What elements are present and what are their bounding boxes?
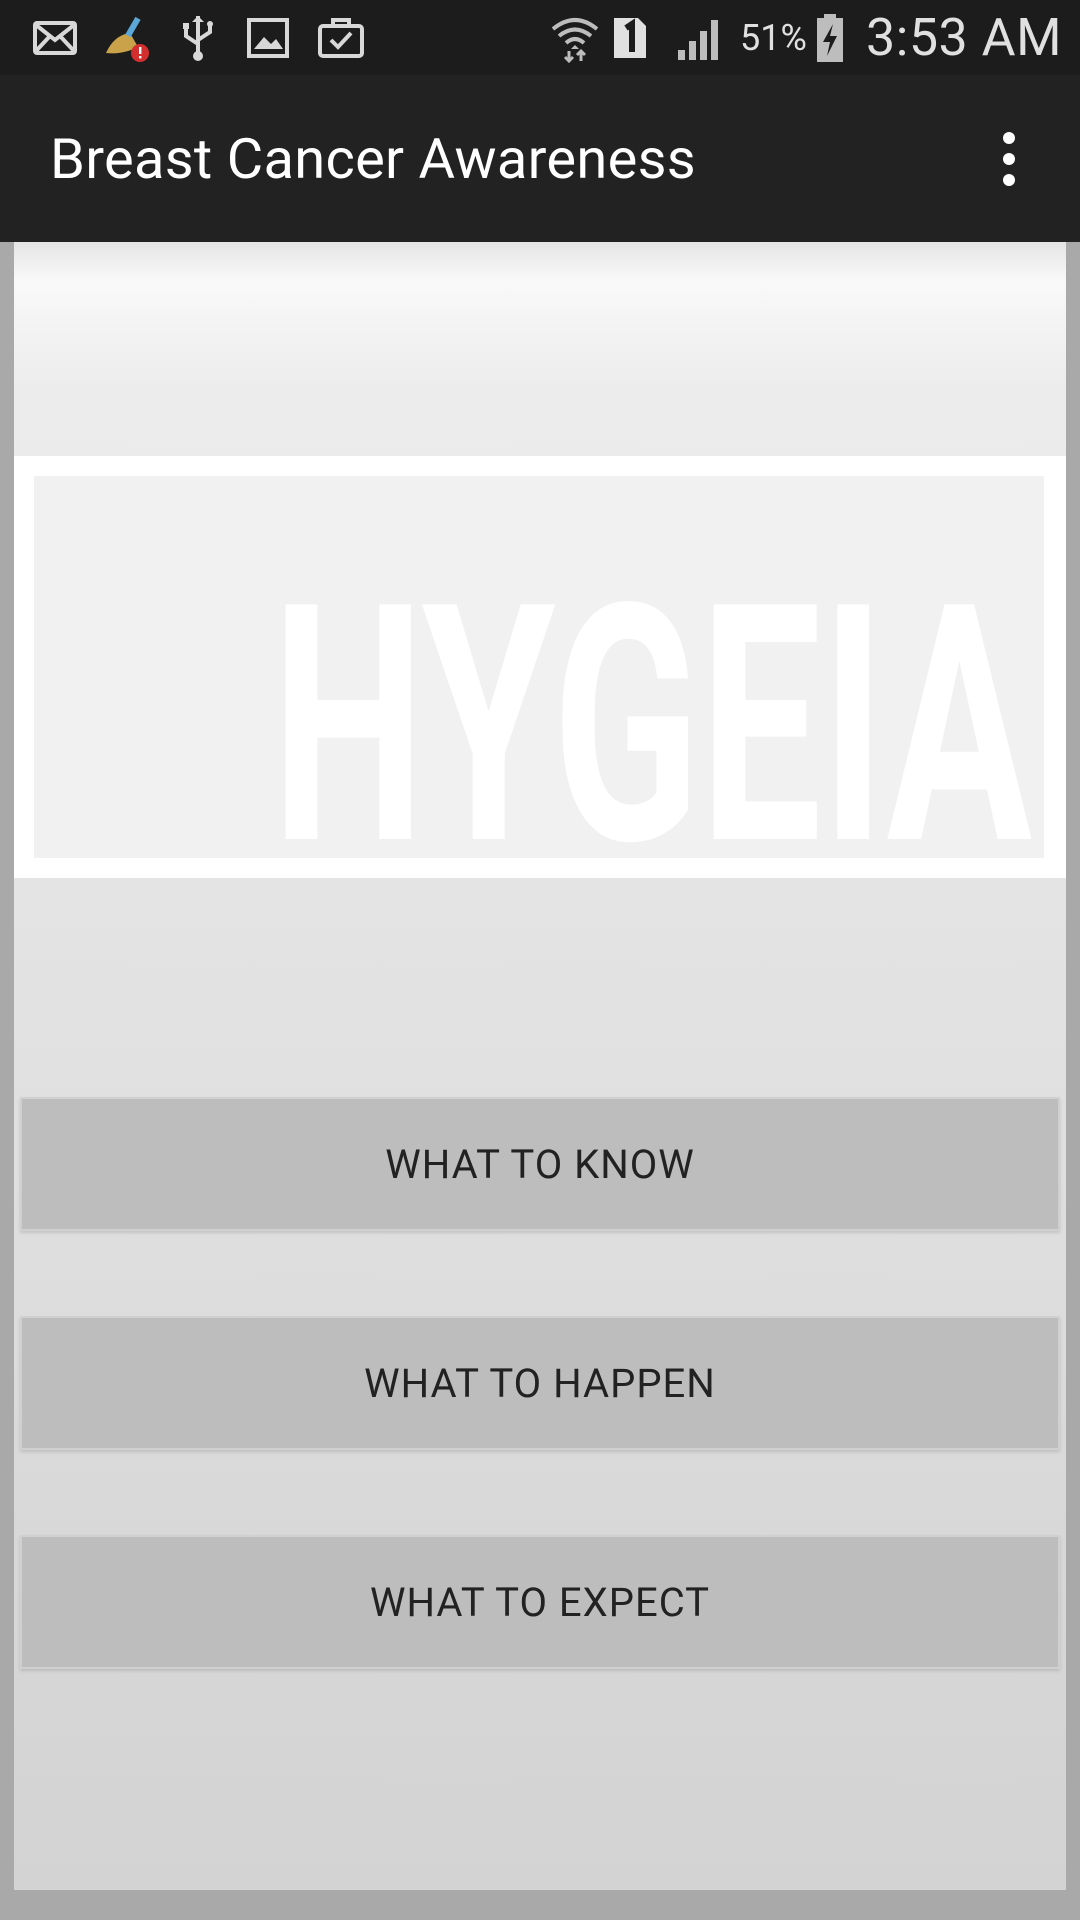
menu-dot	[1003, 153, 1015, 165]
signal-icon	[672, 14, 726, 62]
usb-icon	[176, 14, 220, 62]
sim-1-icon	[608, 14, 652, 62]
overflow-menu-icon[interactable]	[978, 120, 1040, 198]
clock-time: 3:53 AM	[866, 7, 1062, 68]
briefcase-check-icon	[316, 14, 366, 62]
menu-dot	[1003, 174, 1015, 186]
hygeia-logo-image: HYGEIA	[272, 533, 1032, 858]
status-bar: 51% 3:53 AM	[0, 0, 1080, 75]
what-to-happen-button[interactable]: WHAT TO HAPPEN	[20, 1316, 1060, 1450]
main-content: HYGEIA WHAT TO KNOW WHAT TO HAPPEN WHAT …	[14, 242, 1066, 1890]
mail-icon	[30, 14, 80, 62]
logo-text: HYGEIA	[272, 533, 1032, 858]
app-bar: Breast Cancer Awareness	[0, 75, 1080, 242]
gallery-icon	[244, 14, 292, 62]
wifi-icon	[548, 14, 602, 63]
battery-charging-icon	[812, 14, 848, 62]
hygeia-logo: HYGEIA	[34, 476, 1044, 858]
what-to-expect-button[interactable]: WHAT TO EXPECT	[20, 1535, 1060, 1669]
battery-percent: 51%	[740, 16, 807, 59]
logo-banner: HYGEIA	[14, 456, 1066, 878]
what-to-know-button[interactable]: WHAT TO KNOW	[20, 1097, 1060, 1231]
app-title: Breast Cancer Awareness	[50, 125, 696, 192]
cleaner-alert-icon	[100, 14, 152, 62]
menu-dot	[1003, 132, 1015, 144]
